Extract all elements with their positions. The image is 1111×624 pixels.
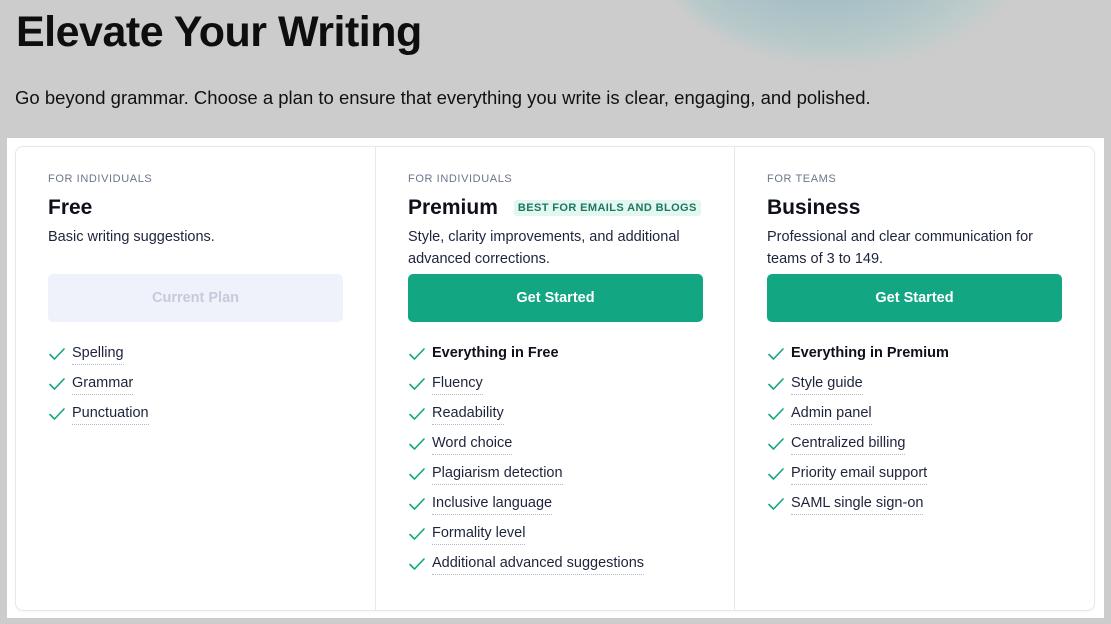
feature-item: Formality level <box>408 519 702 549</box>
page-subtitle: Go beyond grammar. Choose a plan to ensu… <box>15 87 871 108</box>
feature-list: Everything in Premium Style guide Admin pa… <box>767 339 1062 519</box>
feature-item: SAML single sign-on <box>767 489 1062 519</box>
feature-label[interactable]: Style guide <box>791 374 863 395</box>
feature-label: Everything in Premium <box>791 345 949 361</box>
plan-description: Basic writing suggestions. <box>48 229 215 245</box>
plan-description: Style, clarity improvements, and additio… <box>408 229 680 267</box>
plan-free: FOR INDIVIDUALS Free Basic writing sugge… <box>16 147 375 610</box>
feature-label[interactable]: Word choice <box>432 434 513 455</box>
feature-item: Additional advanced suggestions <box>408 549 702 579</box>
feature-label: Everything in Free <box>432 345 559 361</box>
plan-title-row: Premium BEST FOR EMAILS AND BLOGS <box>408 194 702 222</box>
feature-item: Grammar <box>48 369 343 399</box>
check-icon <box>768 438 784 450</box>
feature-label[interactable]: Fluency <box>432 374 483 395</box>
plan-name: Business <box>767 196 861 219</box>
check-icon <box>409 468 425 480</box>
feature-label[interactable]: Spelling <box>72 344 124 365</box>
premium-get-started-button[interactable]: Get Started <box>408 274 703 322</box>
check-icon <box>768 378 784 390</box>
feature-label[interactable]: Inclusive language <box>432 494 553 515</box>
feature-item: Priority email support <box>767 459 1062 489</box>
feature-label[interactable]: Admin panel <box>791 404 872 425</box>
plan-audience: FOR TEAMS <box>767 173 837 185</box>
feature-label[interactable]: Additional advanced suggestions <box>432 554 645 575</box>
feature-label[interactable]: Priority email support <box>791 464 928 485</box>
check-icon <box>409 408 425 420</box>
check-icon <box>409 528 425 540</box>
check-icon <box>49 408 65 420</box>
page-title: Elevate Your Writing <box>16 8 422 56</box>
feature-item: Style guide <box>767 369 1062 399</box>
feature-label[interactable]: Centralized billing <box>791 434 906 455</box>
best-for-badge: BEST FOR EMAILS AND BLOGS <box>513 200 701 216</box>
feature-list: Spelling Grammar Punctuation <box>48 339 343 429</box>
plan-description: Professional and clear communication for… <box>767 229 1033 267</box>
check-icon <box>768 468 784 480</box>
plan-audience: FOR INDIVIDUALS <box>48 173 153 185</box>
feature-item: Plagiarism detection <box>408 459 702 489</box>
check-icon <box>409 558 425 570</box>
decorative-gradient-blob <box>660 0 1020 60</box>
plan-business: FOR TEAMS Business Professional and clea… <box>734 147 1094 610</box>
pricing-panel: FOR INDIVIDUALS Free Basic writing sugge… <box>7 138 1104 618</box>
feature-label[interactable]: SAML single sign-on <box>791 494 924 515</box>
check-icon <box>768 498 784 510</box>
current-plan-button: Current Plan <box>48 274 343 322</box>
feature-label[interactable]: Punctuation <box>72 404 149 425</box>
check-icon <box>49 348 65 360</box>
plan-title-row: Business <box>767 194 1062 222</box>
feature-item: Admin panel <box>767 399 1062 429</box>
plan-title-row: Free <box>48 194 343 222</box>
feature-label[interactable]: Formality level <box>432 524 526 545</box>
plan-name: Premium <box>408 196 498 219</box>
plan-name: Free <box>48 196 93 219</box>
plan-audience: FOR INDIVIDUALS <box>408 173 513 185</box>
feature-item: Punctuation <box>48 399 343 429</box>
feature-item: Inclusive language <box>408 489 702 519</box>
feature-item: Everything in Free <box>408 339 702 369</box>
feature-item: Spelling <box>48 339 343 369</box>
feature-list: Everything in Free Fluency Readability Word… <box>408 339 702 579</box>
feature-label[interactable]: Readability <box>432 404 504 425</box>
feature-item: Word choice <box>408 429 702 459</box>
check-icon <box>768 348 784 360</box>
check-icon <box>409 378 425 390</box>
feature-label[interactable]: Grammar <box>72 374 134 395</box>
pricing-card: FOR INDIVIDUALS Free Basic writing sugge… <box>15 146 1095 611</box>
check-icon <box>49 378 65 390</box>
feature-label[interactable]: Plagiarism detection <box>432 464 563 485</box>
plan-premium: FOR INDIVIDUALS Premium BEST FOR EMAILS … <box>375 147 734 610</box>
check-icon <box>409 348 425 360</box>
feature-item: Everything in Premium <box>767 339 1062 369</box>
feature-item: Centralized billing <box>767 429 1062 459</box>
check-icon <box>409 438 425 450</box>
check-icon <box>409 498 425 510</box>
feature-item: Fluency <box>408 369 702 399</box>
business-get-started-button[interactable]: Get Started <box>767 274 1062 322</box>
feature-item: Readability <box>408 399 702 429</box>
check-icon <box>768 408 784 420</box>
